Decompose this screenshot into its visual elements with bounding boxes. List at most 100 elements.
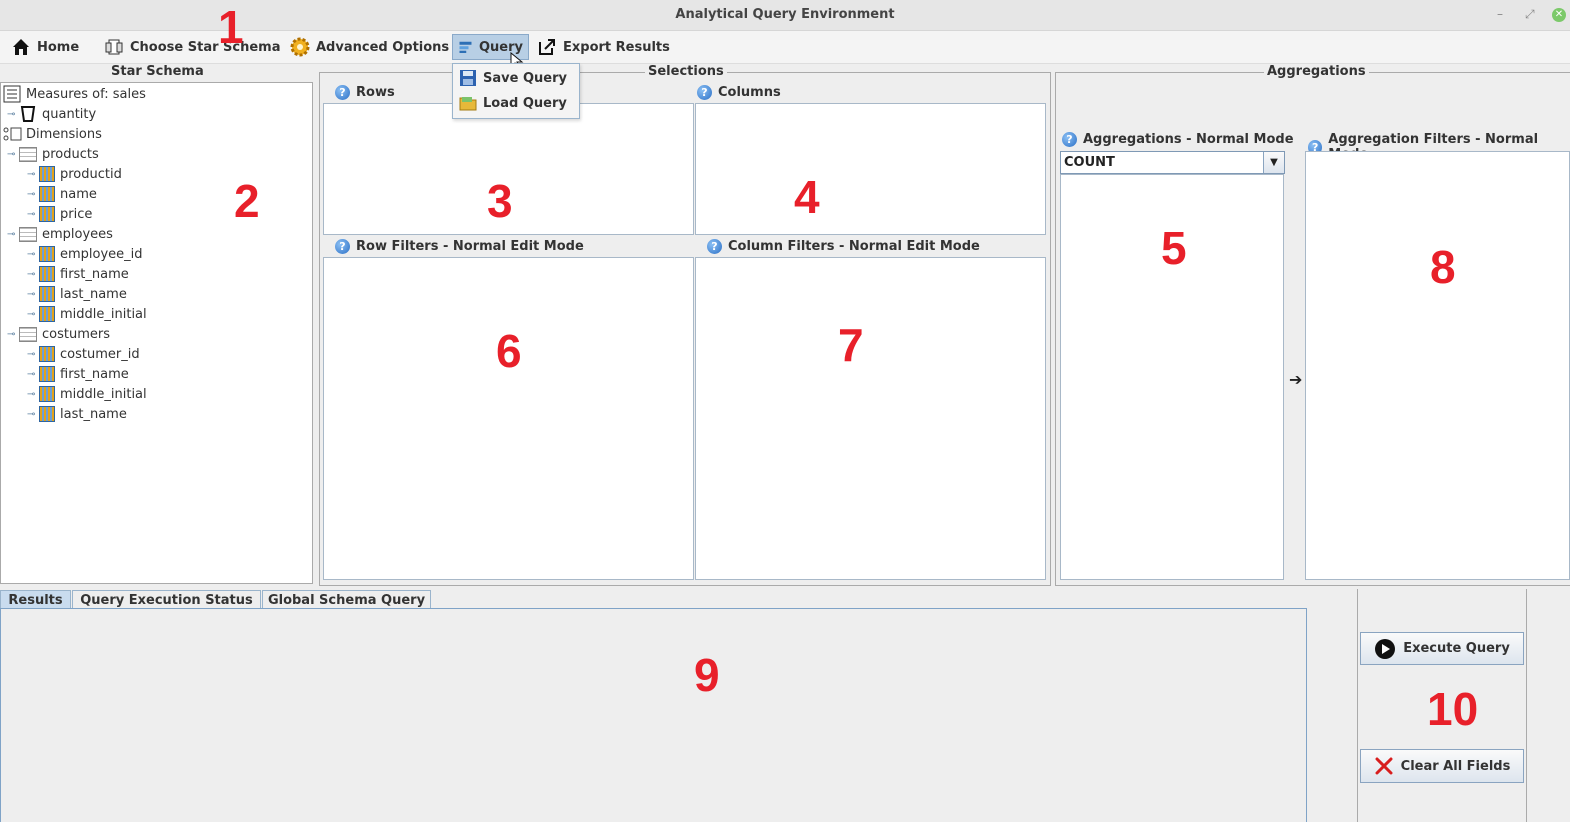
field-icon — [39, 206, 55, 222]
tree-field-item[interactable]: ⊸ middle_initial — [27, 304, 147, 324]
arrow-right-icon[interactable]: ➔ — [1289, 370, 1302, 389]
maximize-icon[interactable]: ⤢ — [1525, 7, 1535, 22]
field-name: middle_initial — [60, 386, 147, 402]
tree-expand-icon[interactable]: ⊸ — [7, 329, 19, 340]
minimize-icon[interactable]: – — [1497, 7, 1503, 21]
menu-export-results[interactable]: Export Results — [532, 34, 675, 60]
gear-icon — [290, 37, 310, 57]
tree-field-item[interactable]: ⊸ price — [27, 204, 92, 224]
clear-all-fields-label: Clear All Fields — [1400, 758, 1511, 774]
tree-field-item[interactable]: ⊸ productid — [27, 164, 122, 184]
row-filters-label-text: Row Filters - Normal Edit Mode — [356, 239, 584, 254]
tree-expand-icon[interactable]: ⊸ — [27, 289, 39, 300]
table-name: products — [42, 146, 99, 162]
help-icon[interactable]: ? — [707, 239, 722, 254]
execute-query-button[interactable]: Execute Query — [1360, 632, 1524, 665]
field-name: first_name — [60, 266, 129, 282]
tree-field-item[interactable]: ⊸ last_name — [27, 284, 127, 304]
help-icon[interactable]: ? — [1062, 132, 1077, 147]
menu-home[interactable]: Home — [6, 34, 84, 60]
measure-name: quantity — [42, 106, 97, 122]
column-filters-area[interactable] — [695, 257, 1046, 580]
row-filters-area[interactable] — [323, 257, 694, 580]
tree-table-node[interactable]: ⊸ employees — [7, 224, 113, 244]
field-name: first_name — [60, 366, 129, 382]
tab-results[interactable]: Results — [0, 590, 71, 609]
tree-field-item[interactable]: ⊸ first_name — [27, 364, 129, 384]
field-name: name — [60, 186, 97, 202]
menu-advanced-options[interactable]: Advanced Options — [285, 34, 454, 60]
menu-advanced-options-label: Advanced Options — [316, 39, 450, 55]
query-dropdown-menu: Save Query Load Query — [452, 63, 580, 119]
annotation-label: 4 — [794, 171, 820, 223]
field-icon — [39, 306, 55, 322]
aggregation-select[interactable]: COUNT ▼ — [1060, 151, 1285, 174]
tree-expand-icon[interactable]: ⊸ — [27, 309, 39, 320]
tree-field-item[interactable]: ⊸ name — [27, 184, 97, 204]
field-icon — [39, 286, 55, 302]
results-area[interactable] — [0, 608, 1307, 822]
help-icon[interactable]: ? — [335, 239, 350, 254]
close-icon[interactable]: ✕ — [1552, 8, 1566, 22]
annotation-label: 2 — [234, 175, 260, 227]
tree-table-node[interactable]: ⊸ costumers — [7, 324, 110, 344]
aggregation-filters-area[interactable] — [1305, 151, 1570, 580]
tree-expand-icon[interactable]: ⊸ — [7, 109, 19, 120]
tree-field-item[interactable]: ⊸ first_name — [27, 264, 129, 284]
field-name: middle_initial — [60, 306, 147, 322]
clear-all-fields-button[interactable]: Clear All Fields — [1360, 749, 1524, 783]
annotation-label: 9 — [694, 649, 720, 701]
column-filters-label: ? Column Filters - Normal Edit Mode — [707, 239, 980, 254]
dimensions-label: Dimensions — [26, 126, 102, 142]
aggregations-title: Aggregations — [1264, 64, 1369, 79]
tree-expand-icon[interactable]: ⊸ — [7, 229, 19, 240]
annotation-label: 6 — [496, 325, 522, 377]
rows-label-text: Rows — [356, 85, 395, 100]
tree-expand-icon[interactable]: ⊸ — [27, 409, 39, 420]
menu-item-save-query[interactable]: Save Query — [459, 69, 567, 87]
menu-choose-star-schema[interactable]: Choose Star Schema — [99, 34, 285, 60]
tree-measure-item[interactable]: ⊸ quantity — [7, 104, 96, 124]
help-icon[interactable]: ? — [697, 85, 712, 100]
star-schema-title: Star Schema — [108, 64, 207, 79]
tree-table-node[interactable]: ⊸ products — [7, 144, 99, 164]
tree-field-item[interactable]: ⊸ last_name — [27, 404, 127, 424]
field-name: last_name — [60, 406, 127, 422]
tree-expand-icon[interactable]: ⊸ — [27, 389, 39, 400]
tree-field-item[interactable]: ⊸ costumer_id — [27, 344, 140, 364]
aggregations-label-text: Aggregations - Normal Mode — [1083, 132, 1294, 147]
field-name: last_name — [60, 286, 127, 302]
query-icon — [459, 41, 472, 53]
tree-field-item[interactable]: ⊸ employee_id — [27, 244, 143, 264]
field-icon — [39, 246, 55, 262]
tree-expand-icon[interactable]: ⊸ — [27, 209, 39, 220]
annotation-label: 8 — [1430, 241, 1456, 293]
annotation-label: 7 — [838, 319, 864, 371]
row-filters-label: ? Row Filters - Normal Edit Mode — [335, 239, 584, 254]
tree-expand-icon[interactable]: ⊸ — [27, 249, 39, 260]
tree-expand-icon[interactable]: ⊸ — [27, 349, 39, 360]
menu-choose-star-schema-label: Choose Star Schema — [130, 39, 281, 55]
columns-drop-area[interactable] — [695, 103, 1046, 235]
tab-global-schema-query[interactable]: Global Schema Query — [262, 590, 431, 609]
tree-measures-node[interactable]: Measures of: sales — [3, 84, 146, 104]
star-schema-tree[interactable]: Measures of: sales ⊸ quantity Dimensions… — [0, 82, 313, 584]
columns-label-text: Columns — [718, 85, 781, 100]
list-icon — [3, 85, 21, 103]
menu-export-results-label: Export Results — [563, 39, 670, 55]
help-icon[interactable]: ? — [335, 85, 350, 100]
tree-expand-icon[interactable]: ⊸ — [27, 269, 39, 280]
menu-item-load-query[interactable]: Load Query — [459, 94, 567, 112]
field-icon — [39, 366, 55, 382]
tree-expand-icon[interactable]: ⊸ — [27, 369, 39, 380]
chevron-down-icon[interactable]: ▼ — [1263, 152, 1284, 173]
tab-query-execution-status[interactable]: Query Execution Status — [72, 590, 261, 609]
tree-field-item[interactable]: ⊸ middle_initial — [27, 384, 147, 404]
tree-expand-icon[interactable]: ⊸ — [7, 149, 19, 160]
field-name: costumer_id — [60, 346, 140, 362]
tree-expand-icon[interactable]: ⊸ — [27, 189, 39, 200]
field-name: productid — [60, 166, 122, 182]
tree-dimensions-node[interactable]: Dimensions — [3, 124, 102, 144]
measure-icon — [20, 106, 36, 122]
tree-expand-icon[interactable]: ⊸ — [27, 169, 39, 180]
